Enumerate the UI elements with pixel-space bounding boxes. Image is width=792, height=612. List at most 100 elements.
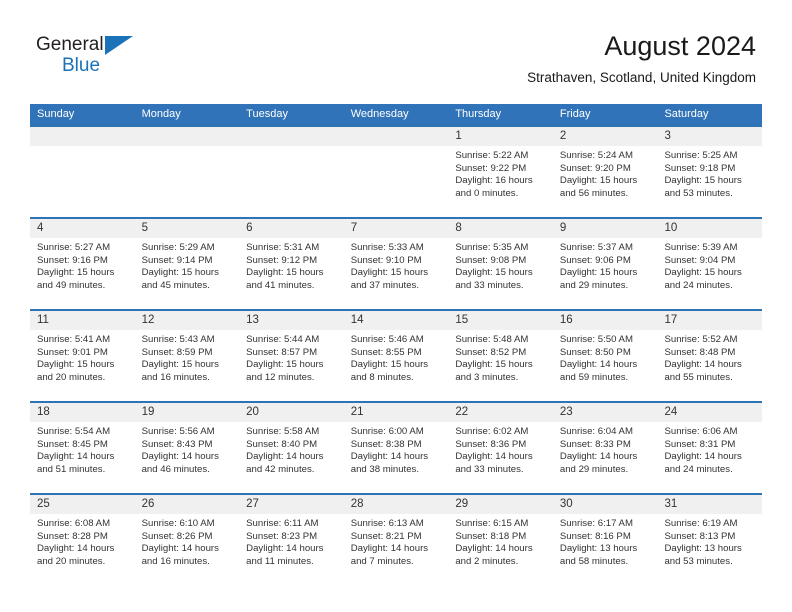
day-number[interactable] xyxy=(135,127,240,146)
weekday-header-thursday: Thursday xyxy=(455,108,502,120)
day-number[interactable]: 16 xyxy=(553,311,658,330)
sunset-text: Sunset: 8:36 PM xyxy=(455,438,527,450)
sunrise-text: Sunrise: 6:06 AM xyxy=(664,426,738,437)
daylight-text-line1: Daylight: 14 hours xyxy=(350,451,429,463)
sunset-text: Sunset: 8:59 PM xyxy=(141,346,213,358)
daylight-text-line2: and 29 minutes. xyxy=(559,279,629,291)
day-number[interactable] xyxy=(239,127,344,146)
sunrise-text: Sunrise: 5:37 AM xyxy=(559,242,633,253)
day-cell: Sunrise: 5:24 AM Sunset: 9:20 PM Dayligh… xyxy=(553,146,658,217)
day-cell: Sunrise: 5:58 AM Sunset: 8:40 PM Dayligh… xyxy=(239,422,344,493)
sunset-text: Sunset: 8:26 PM xyxy=(141,530,213,542)
day-cell: Sunrise: 5:29 AM Sunset: 9:14 PM Dayligh… xyxy=(135,238,240,309)
day-number[interactable]: 8 xyxy=(448,219,553,238)
day-number[interactable]: 1 xyxy=(448,127,553,146)
sunset-text: Sunset: 8:52 PM xyxy=(455,346,527,358)
day-number[interactable]: 20 xyxy=(239,403,344,422)
day-cell: Sunrise: 5:37 AM Sunset: 9:06 PM Dayligh… xyxy=(553,238,658,309)
day-cell xyxy=(30,146,135,217)
day-cell: Sunrise: 6:19 AM Sunset: 8:13 PM Dayligh… xyxy=(657,514,762,585)
day-cell: Sunrise: 5:44 AM Sunset: 8:57 PM Dayligh… xyxy=(239,330,344,401)
day-detail-band: Sunrise: 5:27 AM Sunset: 9:16 PM Dayligh… xyxy=(30,238,762,309)
day-number[interactable]: 17 xyxy=(657,311,762,330)
daylight-text-line1: Daylight: 14 hours xyxy=(455,451,533,463)
day-cell: Sunrise: 6:13 AM Sunset: 8:21 PM Dayligh… xyxy=(344,514,449,585)
sunrise-text: Sunrise: 5:52 AM xyxy=(664,334,738,345)
day-number[interactable] xyxy=(344,127,449,146)
day-number[interactable]: 24 xyxy=(657,403,762,422)
daylight-text-line2: and 46 minutes. xyxy=(141,463,210,475)
sunset-text: Sunset: 9:22 PM xyxy=(455,162,527,174)
day-number[interactable]: 27 xyxy=(239,495,344,514)
daylight-text-line1: Daylight: 14 hours xyxy=(350,543,429,555)
daylight-text-line1: Daylight: 14 hours xyxy=(246,451,324,463)
daylight-text-line1: Daylight: 14 hours xyxy=(141,543,219,555)
day-number[interactable]: 6 xyxy=(239,219,344,238)
day-number[interactable]: 2 xyxy=(553,127,658,146)
day-number[interactable]: 5 xyxy=(135,219,240,238)
daylight-text-line2: and 53 minutes. xyxy=(664,555,733,567)
sunset-text: Sunset: 8:18 PM xyxy=(455,530,527,542)
daylight-text-line1: Daylight: 13 hours xyxy=(559,543,638,555)
day-cell xyxy=(239,146,344,217)
day-number[interactable]: 13 xyxy=(239,311,344,330)
day-number-band: 25 26 27 28 29 30 31 xyxy=(30,495,762,514)
daylight-text-line2: and 37 minutes. xyxy=(350,279,420,291)
day-cell: Sunrise: 5:39 AM Sunset: 9:04 PM Dayligh… xyxy=(657,238,762,309)
day-number[interactable]: 3 xyxy=(657,127,762,146)
day-number[interactable]: 14 xyxy=(344,311,449,330)
day-number[interactable]: 31 xyxy=(657,495,762,514)
brand-logo[interactable]: General Blue xyxy=(36,34,156,84)
daylight-text-line2: and 16 minutes. xyxy=(141,371,210,383)
day-number[interactable]: 15 xyxy=(448,311,553,330)
day-cell: Sunrise: 6:11 AM Sunset: 8:23 PM Dayligh… xyxy=(239,514,344,585)
sunset-text: Sunset: 9:06 PM xyxy=(559,254,631,266)
sunset-text: Sunset: 8:23 PM xyxy=(246,530,318,542)
day-number[interactable]: 4 xyxy=(30,219,135,238)
day-cell: Sunrise: 5:33 AM Sunset: 9:10 PM Dayligh… xyxy=(344,238,449,309)
sunset-text: Sunset: 8:28 PM xyxy=(37,530,108,542)
weekday-header-tuesday: Tuesday xyxy=(246,108,288,120)
brand-name-blue: Blue xyxy=(62,55,101,76)
daylight-text-line2: and 45 minutes. xyxy=(141,279,210,291)
sunrise-text: Sunrise: 6:13 AM xyxy=(350,518,424,529)
day-number[interactable]: 26 xyxy=(135,495,240,514)
daylight-text-line1: Daylight: 15 hours xyxy=(37,359,115,371)
day-number[interactable]: 7 xyxy=(344,219,449,238)
day-number[interactable]: 23 xyxy=(553,403,658,422)
day-cell: Sunrise: 5:43 AM Sunset: 8:59 PM Dayligh… xyxy=(135,330,240,401)
day-number[interactable]: 10 xyxy=(657,219,762,238)
daylight-text-line2: and 24 minutes. xyxy=(664,279,733,291)
day-number[interactable]: 18 xyxy=(30,403,135,422)
daylight-text-line2: and 41 minutes. xyxy=(246,279,315,291)
sunrise-text: Sunrise: 6:17 AM xyxy=(559,518,633,529)
day-number[interactable]: 21 xyxy=(344,403,449,422)
daylight-text-line2: and 49 minutes. xyxy=(37,279,106,291)
day-number[interactable]: 11 xyxy=(30,311,135,330)
day-number[interactable]: 29 xyxy=(448,495,553,514)
daylight-text-line1: Daylight: 15 hours xyxy=(37,267,115,279)
day-number[interactable]: 30 xyxy=(553,495,658,514)
day-cell xyxy=(344,146,449,217)
day-number[interactable]: 22 xyxy=(448,403,553,422)
sunset-text: Sunset: 8:50 PM xyxy=(559,346,631,358)
daylight-text-line2: and 16 minutes. xyxy=(141,555,210,567)
daylight-text-line2: and 51 minutes. xyxy=(37,463,106,475)
daylight-text-line2: and 53 minutes. xyxy=(664,187,733,199)
day-number[interactable]: 25 xyxy=(30,495,135,514)
day-number[interactable]: 12 xyxy=(135,311,240,330)
daylight-text-line1: Daylight: 14 hours xyxy=(246,543,324,555)
day-number[interactable]: 19 xyxy=(135,403,240,422)
sunset-text: Sunset: 8:55 PM xyxy=(350,346,422,358)
daylight-text-line2: and 58 minutes. xyxy=(559,555,629,567)
day-cell: Sunrise: 5:52 AM Sunset: 8:48 PM Dayligh… xyxy=(657,330,762,401)
sunrise-text: Sunrise: 5:46 AM xyxy=(350,334,424,345)
weekday-header-saturday: Saturday xyxy=(664,108,709,120)
calendar-week-row: 11 12 13 14 15 16 17 Sunrise: 5:41 AM Su… xyxy=(30,309,762,401)
daylight-text-line1: Daylight: 14 hours xyxy=(37,451,115,463)
triangle-icon xyxy=(105,36,133,55)
day-number[interactable] xyxy=(30,127,135,146)
daylight-text-line1: Daylight: 14 hours xyxy=(559,451,638,463)
day-number[interactable]: 28 xyxy=(344,495,449,514)
day-number[interactable]: 9 xyxy=(553,219,658,238)
